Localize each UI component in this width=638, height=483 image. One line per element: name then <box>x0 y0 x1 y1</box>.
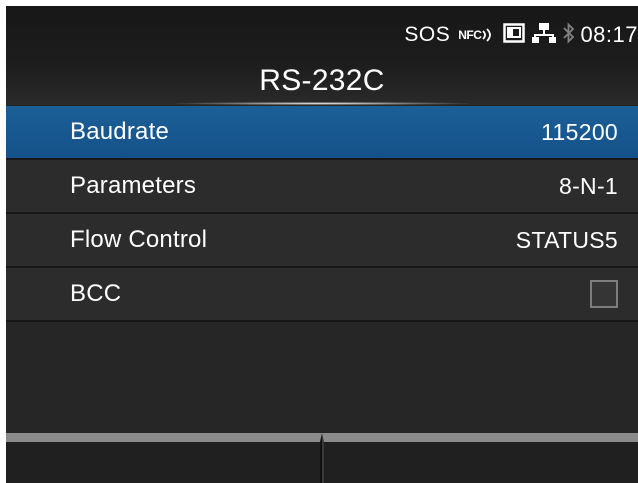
status-bar: SOS NFC 08:17 <box>404 20 638 50</box>
bluetooth-icon <box>563 21 575 49</box>
setting-row-baudrate[interactable]: Baudrate 115200 <box>6 106 638 160</box>
page-title: RS-232C <box>259 64 385 97</box>
printer-screen: SOS NFC 08:17 RS-232C Baudrate 115200 Pa… <box>6 6 638 483</box>
nfc-waves-icon <box>482 28 492 42</box>
softkey-right[interactable] <box>322 433 638 483</box>
setting-row-flow-control[interactable]: Flow Control STATUS5 <box>6 214 638 268</box>
setting-value: 8-N-1 <box>558 172 618 199</box>
setting-row-bcc[interactable]: BCC <box>6 268 638 322</box>
setting-row-parameters[interactable]: Parameters 8-N-1 <box>6 160 638 214</box>
setting-label: BCC <box>70 280 122 307</box>
header: SOS NFC 08:17 RS-232C <box>6 6 638 105</box>
settings-list: Baudrate 115200 Parameters 8-N-1 Flow Co… <box>6 106 638 322</box>
sd-card-icon <box>503 22 526 48</box>
setting-value: 115200 <box>541 118 618 145</box>
sos-indicator: SOS <box>404 23 451 46</box>
softkey-bar <box>6 433 638 483</box>
setting-label: Baudrate <box>70 118 170 145</box>
clock: 08:17 <box>580 22 638 47</box>
softkey-left[interactable] <box>6 433 322 483</box>
network-icon <box>532 22 557 49</box>
setting-label: Parameters <box>70 172 197 199</box>
bcc-checkbox[interactable] <box>590 280 618 308</box>
setting-label: Flow Control <box>70 226 208 253</box>
title-underline <box>176 102 468 105</box>
setting-value: STATUS5 <box>515 226 618 253</box>
nfc-icon: NFC <box>458 27 495 43</box>
